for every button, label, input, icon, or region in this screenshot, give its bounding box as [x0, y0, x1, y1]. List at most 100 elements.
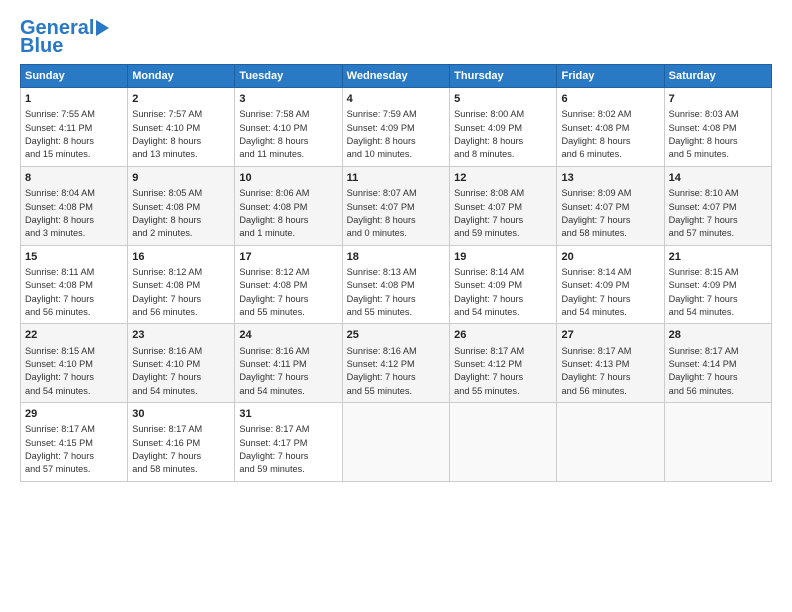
- day-number: 2: [132, 92, 230, 107]
- week-row-4: 22 Sunrise: 8:15 AMSunset: 4:10 PMDayligh…: [21, 324, 772, 403]
- day-number: 29: [25, 407, 123, 422]
- day-info: Sunrise: 8:15 AMSunset: 4:10 PMDaylight:…: [25, 345, 123, 398]
- day-info: Sunrise: 8:17 AMSunset: 4:16 PMDaylight:…: [132, 423, 230, 476]
- weekday-header-saturday: Saturday: [664, 65, 771, 88]
- day-number: 9: [132, 171, 230, 186]
- weekday-header-wednesday: Wednesday: [342, 65, 449, 88]
- weekday-header-tuesday: Tuesday: [235, 65, 342, 88]
- day-info: Sunrise: 8:17 AMSunset: 4:15 PMDaylight:…: [25, 423, 123, 476]
- day-info: Sunrise: 8:08 AMSunset: 4:07 PMDaylight:…: [454, 187, 552, 240]
- day-number: 7: [669, 92, 767, 107]
- day-number: 16: [132, 250, 230, 265]
- day-number: 22: [25, 328, 123, 343]
- calendar-cell: 20Sunrise: 8:14 AMSunset: 4:09 PMDayligh…: [557, 245, 664, 324]
- calendar-cell: [450, 403, 557, 482]
- weekday-header-row: SundayMondayTuesdayWednesdayThursdayFrid…: [21, 65, 772, 88]
- calendar: SundayMondayTuesdayWednesdayThursdayFrid…: [20, 64, 772, 482]
- day-number: 11: [347, 171, 445, 186]
- calendar-cell: 15Sunrise: 8:11 AMSunset: 4:08 PMDayligh…: [21, 245, 128, 324]
- day-info: Sunrise: 8:06 AMSunset: 4:08 PMDaylight:…: [239, 187, 337, 240]
- calendar-cell: 11Sunrise: 8:07 AMSunset: 4:07 PMDayligh…: [342, 166, 449, 245]
- calendar-cell: 18Sunrise: 8:13 AMSunset: 4:08 PMDayligh…: [342, 245, 449, 324]
- week-row-2: 8Sunrise: 8:04 AMSunset: 4:08 PMDaylight…: [21, 166, 772, 245]
- day-info: Sunrise: 8:17 AMSunset: 4:14 PMDaylight:…: [669, 345, 767, 398]
- calendar-cell: 8Sunrise: 8:04 AMSunset: 4:08 PMDaylight…: [21, 166, 128, 245]
- day-number: 4: [347, 92, 445, 107]
- day-info: Sunrise: 7:59 AMSunset: 4:09 PMDaylight:…: [347, 108, 445, 161]
- day-info: Sunrise: 8:16 AMSunset: 4:11 PMDaylight:…: [239, 345, 337, 398]
- day-info: Sunrise: 8:07 AMSunset: 4:07 PMDaylight:…: [347, 187, 445, 240]
- logo-blue: Blue: [20, 36, 63, 56]
- day-number: 27: [561, 328, 659, 343]
- day-info: Sunrise: 8:00 AMSunset: 4:09 PMDaylight:…: [454, 108, 552, 161]
- day-number: 10: [239, 171, 337, 186]
- day-info: Sunrise: 8:15 AMSunset: 4:09 PMDaylight:…: [669, 266, 767, 319]
- day-number: 28: [669, 328, 767, 343]
- day-info: Sunrise: 8:02 AMSunset: 4:08 PMDaylight:…: [561, 108, 659, 161]
- calendar-cell: 6Sunrise: 8:02 AMSunset: 4:08 PMDaylight…: [557, 88, 664, 167]
- day-info: Sunrise: 8:17 AMSunset: 4:17 PMDaylight:…: [239, 423, 337, 476]
- day-number: 24: [239, 328, 337, 343]
- header: General Blue: [20, 18, 772, 56]
- day-info: Sunrise: 8:03 AMSunset: 4:08 PMDaylight:…: [669, 108, 767, 161]
- day-info: Sunrise: 7:55 AMSunset: 4:11 PMDaylight:…: [25, 108, 123, 161]
- day-number: 12: [454, 171, 552, 186]
- day-number: 8: [25, 171, 123, 186]
- calendar-cell: 14Sunrise: 8:10 AMSunset: 4:07 PMDayligh…: [664, 166, 771, 245]
- weekday-header-thursday: Thursday: [450, 65, 557, 88]
- week-row-1: 1Sunrise: 7:55 AMSunset: 4:11 PMDaylight…: [21, 88, 772, 167]
- logo-arrow-icon: [96, 20, 109, 36]
- weekday-header-friday: Friday: [557, 65, 664, 88]
- calendar-cell: 30Sunrise: 8:17 AMSunset: 4:16 PMDayligh…: [128, 403, 235, 482]
- weekday-header-sunday: Sunday: [21, 65, 128, 88]
- calendar-cell: 16Sunrise: 8:12 AMSunset: 4:08 PMDayligh…: [128, 245, 235, 324]
- day-number: 20: [561, 250, 659, 265]
- calendar-cell: 1Sunrise: 7:55 AMSunset: 4:11 PMDaylight…: [21, 88, 128, 167]
- day-info: Sunrise: 8:14 AMSunset: 4:09 PMDaylight:…: [561, 266, 659, 319]
- day-number: 21: [669, 250, 767, 265]
- week-row-5: 29Sunrise: 8:17 AMSunset: 4:15 PMDayligh…: [21, 403, 772, 482]
- calendar-cell: 17Sunrise: 8:12 AMSunset: 4:08 PMDayligh…: [235, 245, 342, 324]
- calendar-cell: 21Sunrise: 8:15 AMSunset: 4:09 PMDayligh…: [664, 245, 771, 324]
- day-number: 5: [454, 92, 552, 107]
- day-info: Sunrise: 8:10 AMSunset: 4:07 PMDaylight:…: [669, 187, 767, 240]
- day-number: 17: [239, 250, 337, 265]
- calendar-cell: 27Sunrise: 8:17 AMSunset: 4:13 PMDayligh…: [557, 324, 664, 403]
- day-number: 3: [239, 92, 337, 107]
- day-number: 26: [454, 328, 552, 343]
- calendar-cell: 23 Sunrise: 8:16 AMSunset: 4:10 PMDayligh…: [128, 324, 235, 403]
- weekday-header-monday: Monday: [128, 65, 235, 88]
- day-info: Sunrise: 8:16 AMSunset: 4:10 PMDaylight:…: [132, 345, 230, 398]
- day-info: Sunrise: 8:17 AMSunset: 4:12 PMDaylight:…: [454, 345, 552, 398]
- calendar-cell: 19Sunrise: 8:14 AMSunset: 4:09 PMDayligh…: [450, 245, 557, 324]
- calendar-cell: 5Sunrise: 8:00 AMSunset: 4:09 PMDaylight…: [450, 88, 557, 167]
- day-info: Sunrise: 8:05 AMSunset: 4:08 PMDaylight:…: [132, 187, 230, 240]
- calendar-cell: 31Sunrise: 8:17 AMSunset: 4:17 PMDayligh…: [235, 403, 342, 482]
- calendar-cell: 13Sunrise: 8:09 AMSunset: 4:07 PMDayligh…: [557, 166, 664, 245]
- calendar-cell: 7Sunrise: 8:03 AMSunset: 4:08 PMDaylight…: [664, 88, 771, 167]
- logo: General Blue: [20, 18, 109, 56]
- day-number: 19: [454, 250, 552, 265]
- day-number: 6: [561, 92, 659, 107]
- calendar-cell: 10Sunrise: 8:06 AMSunset: 4:08 PMDayligh…: [235, 166, 342, 245]
- day-number: 25: [347, 328, 445, 343]
- calendar-cell: 3Sunrise: 7:58 AMSunset: 4:10 PMDaylight…: [235, 88, 342, 167]
- day-number: 23: [132, 328, 230, 343]
- day-info: Sunrise: 7:58 AMSunset: 4:10 PMDaylight:…: [239, 108, 337, 161]
- day-info: Sunrise: 8:12 AMSunset: 4:08 PMDaylight:…: [239, 266, 337, 319]
- day-number: 15: [25, 250, 123, 265]
- day-info: Sunrise: 8:04 AMSunset: 4:08 PMDaylight:…: [25, 187, 123, 240]
- calendar-cell: 28 Sunrise: 8:17 AMSunset: 4:14 PMDayligh…: [664, 324, 771, 403]
- day-number: 1: [25, 92, 123, 107]
- day-number: 31: [239, 407, 337, 422]
- calendar-cell: 24 Sunrise: 8:16 AMSunset: 4:11 PMDayligh…: [235, 324, 342, 403]
- day-number: 30: [132, 407, 230, 422]
- day-number: 18: [347, 250, 445, 265]
- calendar-cell: 2Sunrise: 7:57 AMSunset: 4:10 PMDaylight…: [128, 88, 235, 167]
- day-info: Sunrise: 8:16 AMSunset: 4:12 PMDaylight:…: [347, 345, 445, 398]
- day-info: Sunrise: 7:57 AMSunset: 4:10 PMDaylight:…: [132, 108, 230, 161]
- day-number: 14: [669, 171, 767, 186]
- day-number: 13: [561, 171, 659, 186]
- calendar-cell: 12Sunrise: 8:08 AMSunset: 4:07 PMDayligh…: [450, 166, 557, 245]
- day-info: Sunrise: 8:14 AMSunset: 4:09 PMDaylight:…: [454, 266, 552, 319]
